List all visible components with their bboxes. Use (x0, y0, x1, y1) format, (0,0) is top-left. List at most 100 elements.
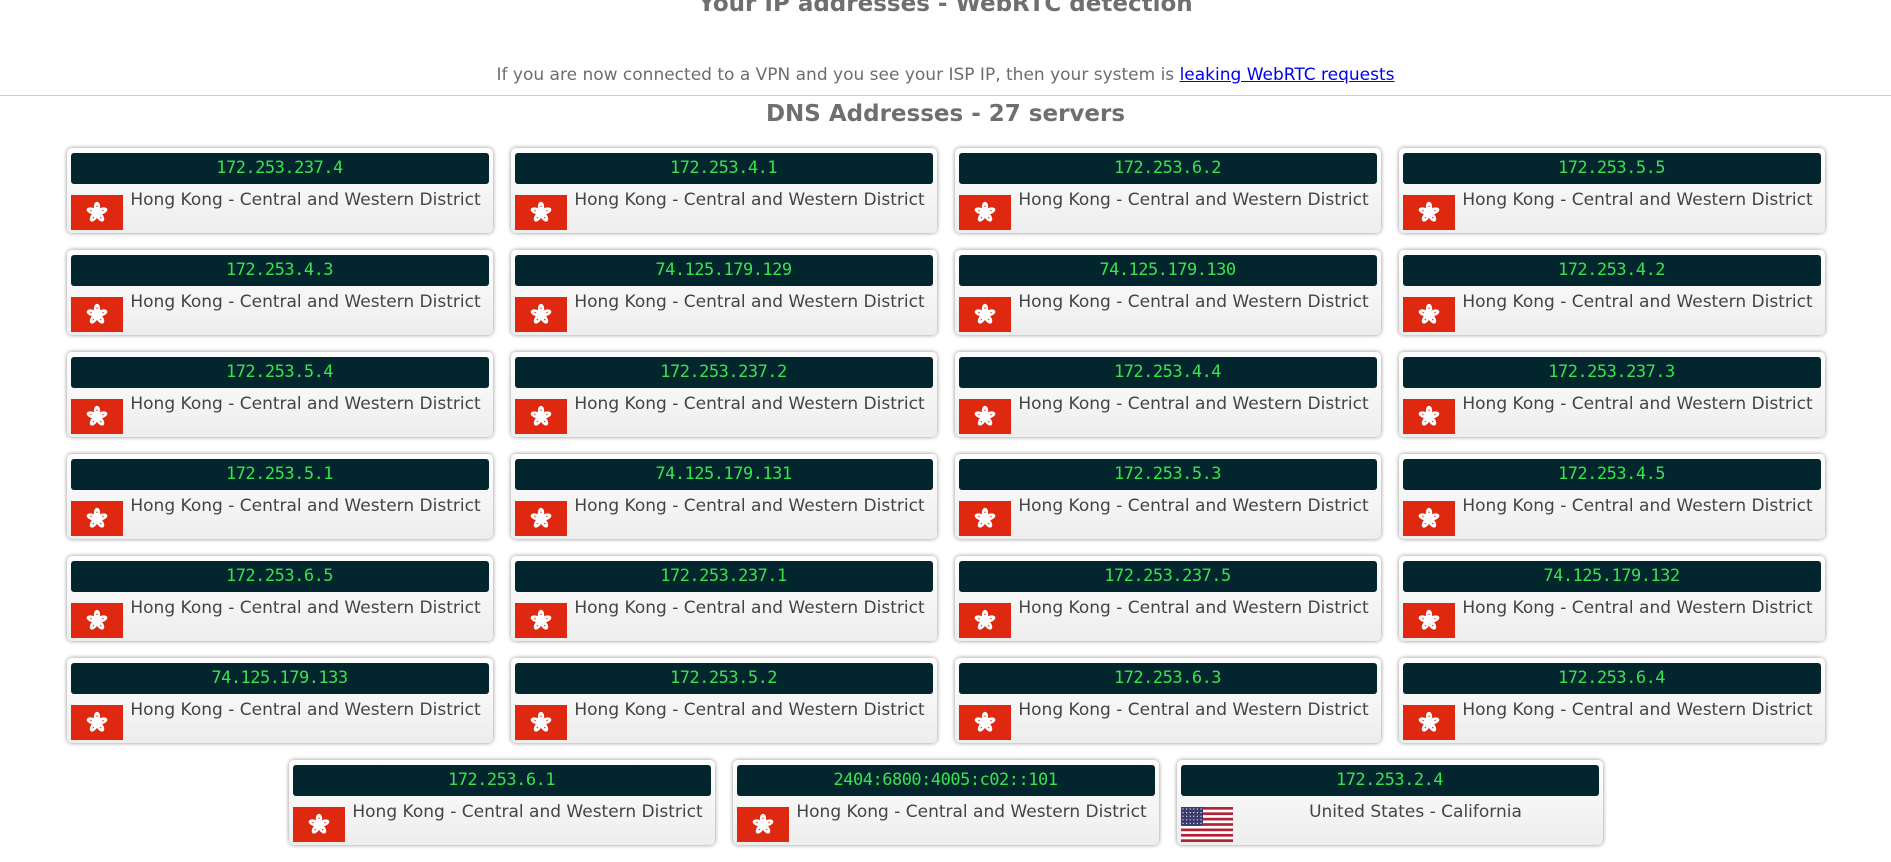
dns-server-location: Hong Kong - Central and Western District (1018, 292, 1369, 312)
dns-server-ip: 74.125.179.133 (70, 663, 489, 694)
dns-server-ip: 172.253.4.3 (70, 255, 489, 286)
dns-server-location-row: Hong Kong - Central and Western District (1402, 597, 1821, 638)
hk-flag-icon (514, 705, 567, 740)
dns-server-card: 172.253.6.1 Hong Kong - Central and Weste… (288, 760, 715, 845)
dns-server-row: 172.253.6.5 Hong Kong - Central and Weste… (0, 556, 1891, 641)
dns-server-location: Hong Kong - Central and Western District (574, 700, 925, 720)
dns-server-location: Hong Kong - Central and Western District (130, 496, 481, 516)
dns-server-location: Hong Kong - Central and Western District (1462, 190, 1813, 210)
hk-flag-icon (514, 603, 567, 638)
hk-flag-icon (958, 399, 1011, 434)
dns-server-card: 172.253.5.2 Hong Kong - Central and Weste… (510, 658, 937, 743)
hk-flag-icon (70, 603, 123, 638)
dns-server-location: Hong Kong - Central and Western District (574, 598, 925, 618)
dns-server-ip: 172.253.6.2 (958, 153, 1377, 184)
dns-server-ip: 172.253.5.1 (70, 459, 489, 490)
dns-server-card: 172.253.6.3 Hong Kong - Central and Weste… (954, 658, 1381, 743)
dns-server-card: 172.253.5.4 Hong Kong - Central and Weste… (66, 352, 493, 437)
dns-server-card: 172.253.4.3 Hong Kong - Central and Weste… (66, 250, 493, 335)
dns-server-ip: 172.253.2.4 (1180, 765, 1599, 796)
dns-server-location: Hong Kong - Central and Western District (130, 598, 481, 618)
hk-flag-icon (958, 705, 1011, 740)
dns-server-location-row: Hong Kong - Central and Western District (1402, 495, 1821, 536)
dns-server-card: 172.253.237.1 Hong Kong - Central and Wes… (510, 556, 937, 641)
dns-server-card: 172.253.237.2 Hong Kong - Central and Wes… (510, 352, 937, 437)
dns-server-ip: 172.253.5.5 (1402, 153, 1821, 184)
dns-server-row: 74.125.179.133 Hong Kong - Central and We… (0, 658, 1891, 743)
dns-server-location-row: Hong Kong - Central and Western District (514, 495, 933, 536)
dns-server-card: 172.253.5.1 Hong Kong - Central and Weste… (66, 454, 493, 539)
hk-flag-icon (1402, 705, 1455, 740)
dns-server-card: 172.253.5.3 Hong Kong - Central and Weste… (954, 454, 1381, 539)
dns-server-ip: 2404:6800:4005:c02::101 (736, 765, 1155, 796)
dns-server-ip: 172.253.6.4 (1402, 663, 1821, 694)
dns-server-location-row: Hong Kong - Central and Western District (514, 189, 933, 230)
hk-flag-icon (958, 603, 1011, 638)
dns-server-row: 172.253.5.4 Hong Kong - Central and Weste… (0, 352, 1891, 437)
dns-server-location-row: Hong Kong - Central and Western District (70, 597, 489, 638)
dns-server-row: 172.253.5.1 Hong Kong - Central and Weste… (0, 454, 1891, 539)
dns-server-location: Hong Kong - Central and Western District (1462, 496, 1813, 516)
dns-server-location: Hong Kong - Central and Western District (574, 190, 925, 210)
hk-flag-icon (1402, 603, 1455, 638)
dns-server-ip: 172.253.237.2 (514, 357, 933, 388)
dns-server-location: Hong Kong - Central and Western District (1462, 394, 1813, 414)
dns-server-location: Hong Kong - Central and Western District (130, 700, 481, 720)
leaking-webrtc-link[interactable]: leaking WebRTC requests (1180, 65, 1395, 85)
dns-server-grid: 172.253.237.4 Hong Kong - Central and Wes… (0, 148, 1891, 862)
dns-server-location: Hong Kong - Central and Western District (1462, 598, 1813, 618)
dns-server-location: Hong Kong - Central and Western District (352, 802, 703, 822)
dns-server-card: 74.125.179.133 Hong Kong - Central and We… (66, 658, 493, 743)
dns-server-location-row: Hong Kong - Central and Western District (70, 699, 489, 740)
dns-server-ip: 172.253.237.5 (958, 561, 1377, 592)
dns-server-location: Hong Kong - Central and Western District (1018, 496, 1369, 516)
dns-server-row: 172.253.4.3 Hong Kong - Central and Weste… (0, 250, 1891, 335)
dns-server-card: 172.253.4.5 Hong Kong - Central and Weste… (1398, 454, 1825, 539)
dns-server-location: Hong Kong - Central and Western District (796, 802, 1147, 822)
dns-server-card: 172.253.4.1 Hong Kong - Central and Weste… (510, 148, 937, 233)
dns-server-ip: 172.253.6.1 (292, 765, 711, 796)
hk-flag-icon (70, 195, 123, 230)
dns-server-card: 74.125.179.130 Hong Kong - Central and We… (954, 250, 1381, 335)
dns-server-ip: 172.253.5.2 (514, 663, 933, 694)
dns-server-card: 172.253.6.4 Hong Kong - Central and Weste… (1398, 658, 1825, 743)
dns-server-ip: 172.253.4.4 (958, 357, 1377, 388)
dns-section-title: DNS Addresses - 27 servers (765, 101, 1126, 127)
dns-server-card: 172.253.5.5 Hong Kong - Central and Weste… (1398, 148, 1825, 233)
dns-server-location-row: Hong Kong - Central and Western District (1402, 189, 1821, 230)
hk-flag-icon (70, 399, 123, 434)
hk-flag-icon (70, 501, 123, 536)
vpn-notice: If you are now connected to a VPN and yo… (0, 65, 1891, 85)
hk-flag-icon (70, 705, 123, 740)
dns-server-card: 2404:6800:4005:c02::101Hong Kong - Centr… (732, 760, 1159, 845)
dns-server-location-row: Hong Kong - Central and Western District (70, 393, 489, 434)
dns-server-location: United States - California (1309, 802, 1522, 822)
dns-server-location: Hong Kong - Central and Western District (1462, 700, 1813, 720)
hk-flag-icon (1402, 399, 1455, 434)
hk-flag-icon (1402, 297, 1455, 332)
dns-server-ip: 172.253.5.4 (70, 357, 489, 388)
dns-server-ip: 172.253.237.4 (70, 153, 489, 184)
dns-server-card: 172.253.4.2 Hong Kong - Central and Weste… (1398, 250, 1825, 335)
dns-server-ip: 74.125.179.132 (1402, 561, 1821, 592)
dns-server-location-row: Hong Kong - Central and Western District (70, 495, 489, 536)
dns-server-ip: 172.253.6.5 (70, 561, 489, 592)
dns-server-location: Hong Kong - Central and Western District (1018, 190, 1369, 210)
dns-server-ip: 172.253.237.1 (514, 561, 933, 592)
dns-server-card: 74.125.179.132 Hong Kong - Central and We… (1398, 556, 1825, 641)
dns-server-ip: 74.125.179.131 (514, 459, 933, 490)
dns-server-location-row: Hong Kong - Central and Western District (958, 699, 1377, 740)
dns-server-location: Hong Kong - Central and Western District (1018, 598, 1369, 618)
hk-flag-icon (514, 297, 567, 332)
dns-server-location-row: Hong Kong - Central and Western District (70, 189, 489, 230)
dns-server-card: 172.253.237.4 Hong Kong - Central and Wes… (66, 148, 493, 233)
hk-flag-icon (958, 297, 1011, 332)
dns-server-ip: 74.125.179.130 (958, 255, 1377, 286)
dns-server-location-row: Hong Kong - Central and Western District (1402, 393, 1821, 434)
us-flag-icon (1180, 807, 1233, 842)
dns-server-ip: 172.253.4.2 (1402, 255, 1821, 286)
dns-server-card: 74.125.179.129 Hong Kong - Central and We… (510, 250, 937, 335)
dns-server-row: 172.253.237.4 Hong Kong - Central and Wes… (0, 148, 1891, 233)
hk-flag-icon (1402, 195, 1455, 230)
hk-flag-icon (958, 195, 1011, 230)
